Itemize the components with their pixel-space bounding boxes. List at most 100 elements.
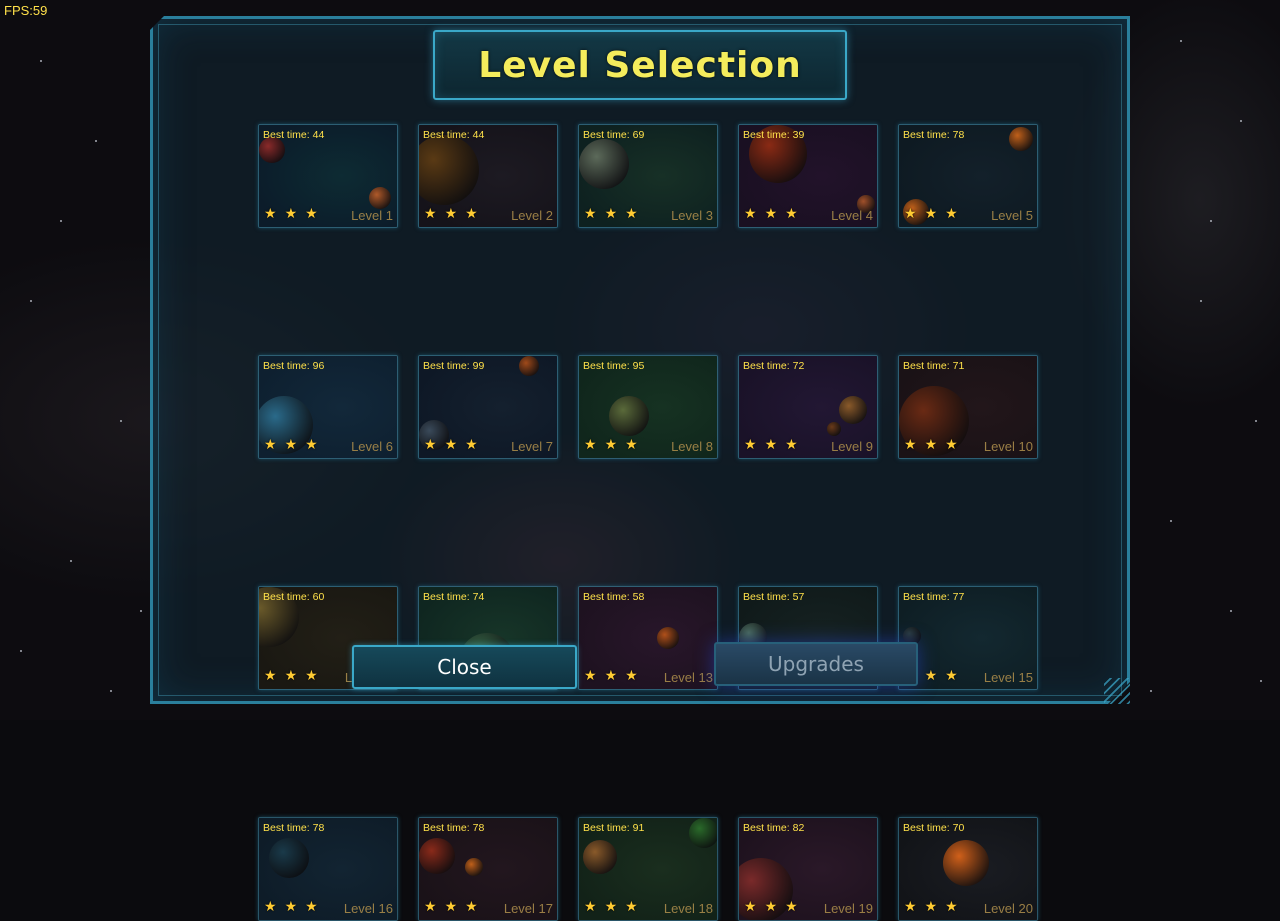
level-label: Level 7 <box>511 439 553 454</box>
level-tile[interactable]: Best time: 82 ★ ★ ★ Level 19 <box>738 817 878 921</box>
level-tile[interactable]: Best time: 44 ★★★ Level 1 <box>258 124 398 228</box>
level-label: Level 9 <box>831 439 873 454</box>
level-tile[interactable]: Best time: 78★★★Level 16 <box>258 817 398 921</box>
level-label: Level 5 <box>991 208 1033 223</box>
level-tile[interactable]: Best time: 71★★★Level 10 <box>898 355 1038 459</box>
star-rating: ★★★ <box>744 438 798 452</box>
level-tile[interactable]: Best time: 91 ★★★ Level 18 <box>578 817 718 921</box>
best-time-label: Best time: 60 <box>263 591 324 603</box>
star-icon: ★ <box>465 438 478 452</box>
star-icon: ★ <box>945 900 958 914</box>
background-star <box>40 60 42 62</box>
best-time-label: Best time: 91 <box>583 822 644 834</box>
level-label: Level 13 <box>664 670 713 685</box>
best-time-label: Best time: 82 <box>743 822 804 834</box>
level-tile[interactable]: Best time: 78★★★Level 17 <box>418 817 558 921</box>
background-star <box>95 140 97 142</box>
best-time-label: Best time: 99 <box>423 360 484 372</box>
star-icon: ★ <box>765 207 778 221</box>
fps-counter: FPS:59 <box>4 3 47 18</box>
star-icon: ★ <box>584 207 597 221</box>
level-label: Level 19 <box>824 901 873 916</box>
star-icon: ★ <box>785 900 798 914</box>
level-label: Level 18 <box>664 901 713 916</box>
star-icon: ★ <box>424 207 437 221</box>
level-tile[interactable]: Best time: 77★★★Level 15 <box>898 586 1038 690</box>
star-rating: ★★★ <box>264 669 318 683</box>
best-time-label: Best time: 78 <box>423 822 484 834</box>
star-icon: ★ <box>765 438 778 452</box>
upgrades-button[interactable]: Upgrades <box>714 642 918 686</box>
level-label: Level 3 <box>671 208 713 223</box>
close-button[interactable]: Close <box>352 645 577 689</box>
star-icon: ★ <box>945 207 958 221</box>
star-rating: ★★★ <box>584 438 638 452</box>
level-tile[interactable]: Best time: 69★★★Level 3 <box>578 124 718 228</box>
upgrades-button-label: Upgrades <box>768 652 864 676</box>
level-tile[interactable]: Best time: 95★★★Level 8 <box>578 355 718 459</box>
star-rating: ★ ★ ★ <box>744 900 798 914</box>
background-star <box>70 560 72 562</box>
star-icon: ★ <box>285 438 298 452</box>
page-title: Level Selection <box>478 45 801 86</box>
background-star <box>30 300 32 302</box>
level-label: Level 4 <box>831 208 873 223</box>
star-icon: ★ <box>424 438 437 452</box>
best-time-label: Best time: 78 <box>263 822 324 834</box>
star-icon: ★ <box>605 207 618 221</box>
star-icon: ★ <box>765 900 778 914</box>
background-star <box>60 220 62 222</box>
level-label: Level 1 <box>351 208 393 223</box>
best-time-label: Best time: 44 <box>263 129 324 141</box>
star-rating: ★★★ <box>584 900 638 914</box>
level-tile[interactable]: Best time: 96★★★Level 6 <box>258 355 398 459</box>
level-tile[interactable]: Best time: 39★★★Level 4 <box>738 124 878 228</box>
star-icon: ★ <box>744 900 757 914</box>
background-star <box>1150 690 1152 692</box>
best-time-label: Best time: 72 <box>743 360 804 372</box>
planet-image <box>827 422 841 436</box>
star-icon: ★ <box>465 207 478 221</box>
star-rating: ★★★ <box>584 669 638 683</box>
background-star <box>120 420 122 422</box>
level-tile[interactable]: Best time: 44★★★Level 2 <box>418 124 558 228</box>
planet-image <box>657 627 679 649</box>
best-time-label: Best time: 74 <box>423 591 484 603</box>
level-label: Level 16 <box>344 901 393 916</box>
level-label: Level 6 <box>351 439 393 454</box>
background-star <box>110 690 112 692</box>
star-icon: ★ <box>904 900 917 914</box>
planet-image <box>583 840 617 874</box>
star-icon: ★ <box>925 900 938 914</box>
planet-image <box>943 840 989 886</box>
star-icon: ★ <box>305 669 318 683</box>
planet-image <box>369 187 391 209</box>
star-icon: ★ <box>605 669 618 683</box>
star-icon: ★ <box>465 900 478 914</box>
star-icon: ★ <box>605 900 618 914</box>
planet-image <box>519 356 539 376</box>
star-rating: ★★★ <box>264 438 318 452</box>
close-button-label: Close <box>437 655 491 679</box>
level-tile[interactable]: Best time: 72 ★★★ Level 9 <box>738 355 878 459</box>
star-icon: ★ <box>424 900 437 914</box>
star-icon: ★ <box>904 438 917 452</box>
star-icon: ★ <box>264 900 277 914</box>
level-label: Level 20 <box>984 901 1033 916</box>
star-icon: ★ <box>925 438 938 452</box>
best-time-label: Best time: 58 <box>583 591 644 603</box>
level-tile[interactable]: Best time: 99 ★ ★ ★ Level 7 <box>418 355 558 459</box>
level-tile[interactable]: Best time: 70 ★ ★ ★ Level 20 <box>898 817 1038 921</box>
star-icon: ★ <box>445 438 458 452</box>
star-icon: ★ <box>625 438 638 452</box>
best-time-label: Best time: 70 <box>903 822 964 834</box>
level-tile[interactable]: Best time: 78★★★Level 5 <box>898 124 1038 228</box>
best-time-label: Best time: 39 <box>743 129 804 141</box>
star-icon: ★ <box>625 669 638 683</box>
background-star <box>1170 520 1172 522</box>
best-time-label: Best time: 44 <box>423 129 484 141</box>
background-star <box>1180 40 1182 42</box>
star-rating: ★★★ <box>264 207 318 221</box>
level-tile[interactable]: Best time: 58★★★Level 13 <box>578 586 718 690</box>
star-rating: ★★★ <box>424 207 478 221</box>
